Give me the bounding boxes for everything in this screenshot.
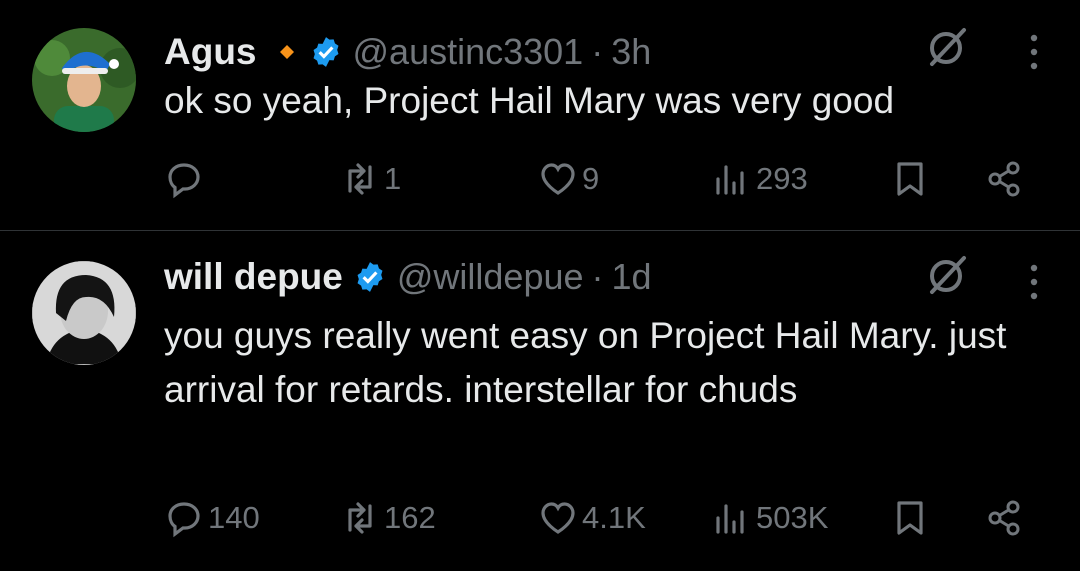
- reply-icon: [168, 502, 200, 538]
- display-name[interactable]: Agus: [164, 31, 257, 73]
- avatar[interactable]: [32, 28, 136, 132]
- repost-count: 1: [384, 161, 402, 196]
- reply-button[interactable]: 140: [164, 493, 260, 543]
- separator-dot: ·: [591, 256, 604, 297]
- reply-button[interactable]: [164, 154, 208, 204]
- grok-icon[interactable]: [924, 24, 970, 70]
- bookmark-button[interactable]: [890, 493, 930, 543]
- user-handle[interactable]: @austinc3301: [353, 31, 584, 73]
- share-button[interactable]: [984, 154, 1024, 204]
- timestamp[interactable]: 3h: [611, 31, 651, 73]
- more-icon[interactable]: [1028, 32, 1040, 72]
- like-count: 9: [582, 161, 600, 196]
- user-handle[interactable]: @willdepue: [397, 256, 584, 298]
- bookmark-icon: [897, 501, 923, 535]
- repost-count: 162: [384, 500, 436, 535]
- share-button[interactable]: [984, 493, 1024, 543]
- like-button[interactable]: 9: [538, 154, 599, 204]
- share-icon: [988, 161, 1020, 197]
- tweet-header: will depue @willdepue · 1d: [164, 253, 652, 301]
- separator-dot: ·: [591, 31, 604, 72]
- display-name[interactable]: will depue: [164, 256, 343, 298]
- repost-button[interactable]: 1: [340, 154, 401, 204]
- tweet-text: you guys really went easy on Project Hai…: [164, 315, 1007, 410]
- grok-icon[interactable]: [924, 252, 970, 298]
- diamond-badge-icon: [279, 44, 295, 60]
- repost-icon: [348, 502, 372, 534]
- views-icon: [716, 165, 744, 195]
- like-count: 4.1K: [582, 500, 646, 535]
- tweet-header: Agus @austinc3301 · 3h: [164, 28, 651, 76]
- views-button[interactable]: 293: [712, 154, 808, 204]
- like-icon: [541, 502, 575, 534]
- view-count: 293: [756, 161, 808, 196]
- action-bar: 1 9 293: [164, 154, 1040, 204]
- avatar[interactable]: [32, 261, 136, 365]
- repost-icon: [348, 163, 372, 195]
- views-button[interactable]: 503K: [712, 493, 828, 543]
- like-button[interactable]: 4.1K: [538, 493, 646, 543]
- reply-count: 140: [208, 500, 260, 535]
- bookmark-icon: [897, 162, 923, 196]
- repost-button[interactable]: 162: [340, 493, 436, 543]
- action-bar: 140 162 4.1K 503K: [164, 493, 1040, 543]
- verified-icon: [353, 260, 387, 294]
- tweet-text: ok so yeah, Project Hail Mary was very g…: [164, 80, 895, 121]
- like-icon: [541, 163, 575, 195]
- views-icon: [716, 504, 744, 534]
- view-count: 503K: [756, 500, 829, 535]
- tweet[interactable]: will depue @willdepue · 1d you guys real…: [0, 231, 1080, 571]
- timestamp[interactable]: 1d: [612, 256, 652, 298]
- reply-icon: [168, 163, 200, 199]
- tweet[interactable]: Agus @austinc3301 · 3h ok so yeah, Proje…: [0, 0, 1080, 230]
- more-icon[interactable]: [1028, 262, 1040, 302]
- share-icon: [988, 500, 1020, 536]
- bookmark-button[interactable]: [890, 154, 930, 204]
- verified-icon: [309, 35, 343, 69]
